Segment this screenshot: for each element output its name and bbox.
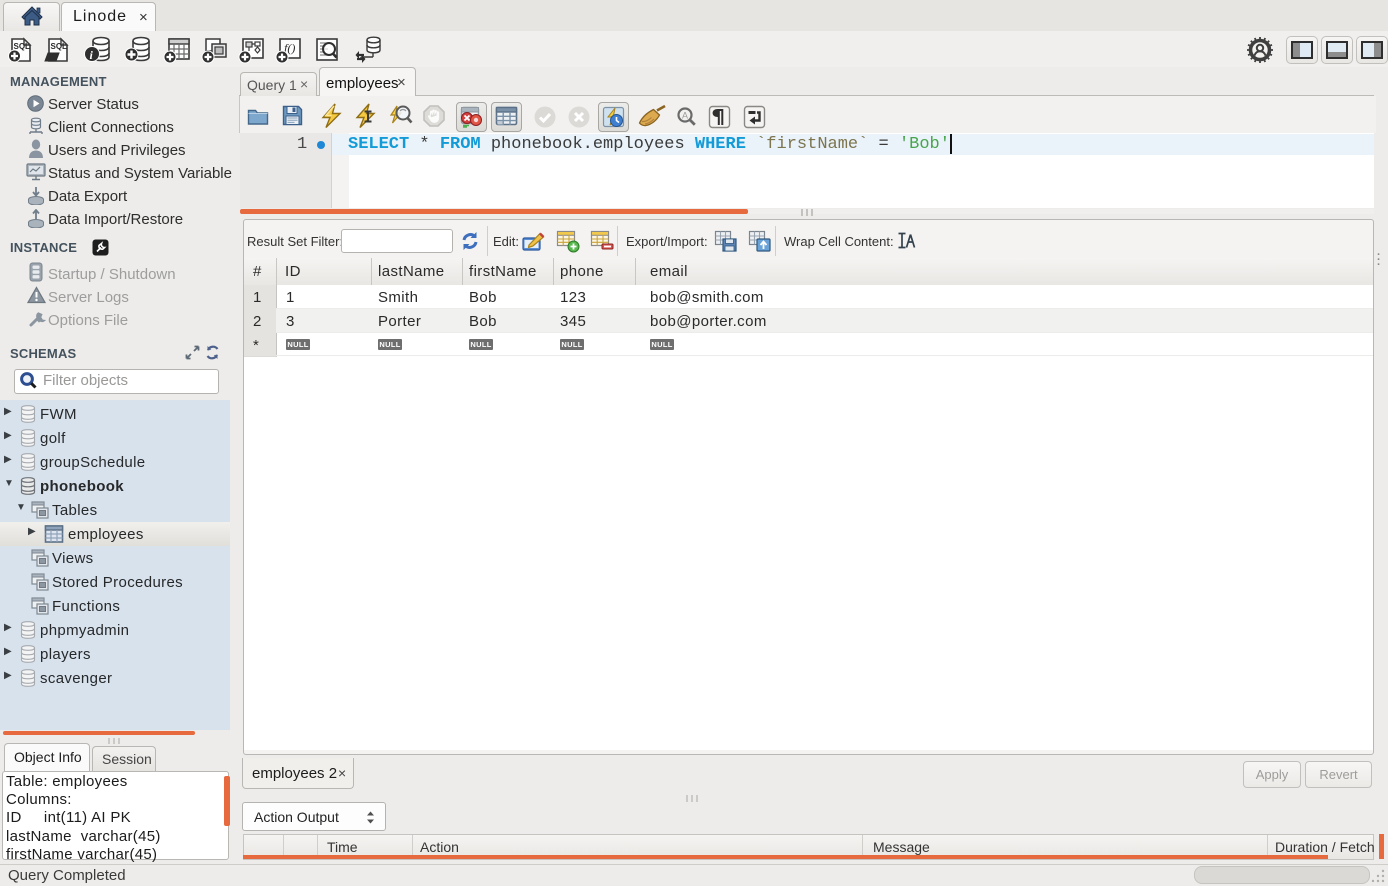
svg-text:A: A xyxy=(682,111,688,121)
svg-text:SQL: SQL xyxy=(14,42,31,51)
svg-text:SQL: SQL xyxy=(51,42,68,51)
